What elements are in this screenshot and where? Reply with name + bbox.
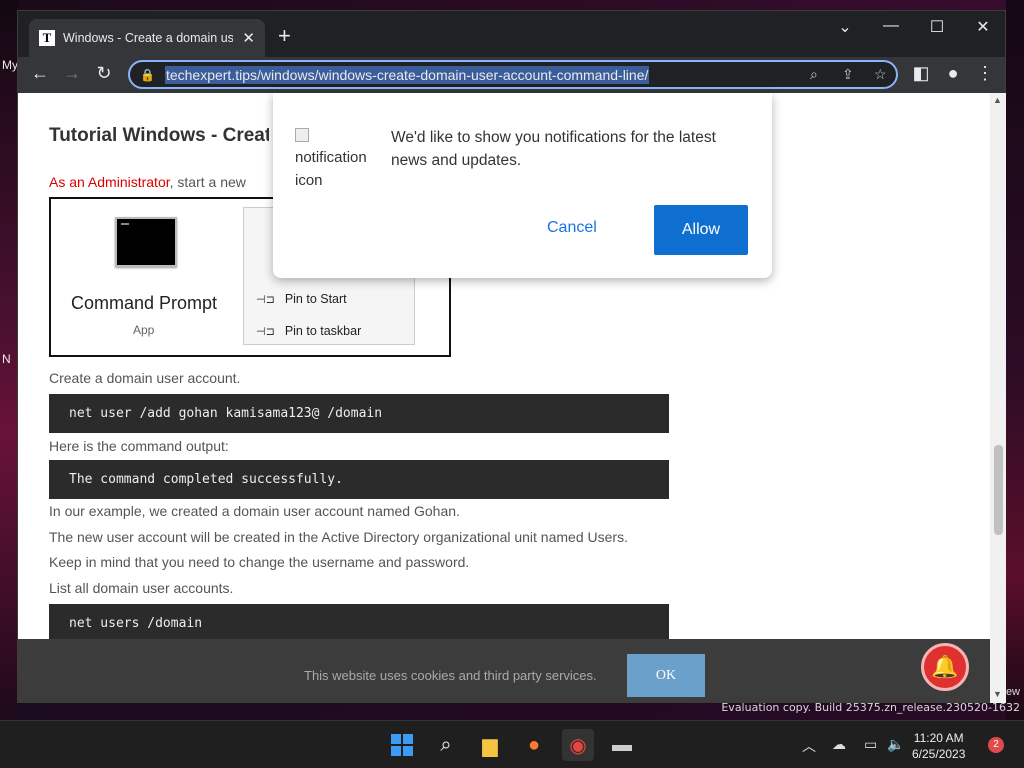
- code-block[interactable]: The command completed successfully.: [49, 460, 669, 499]
- code-block[interactable]: net user /add gohan kamisama123@ /domain: [49, 394, 669, 433]
- desktop-background-left: My N: [0, 0, 18, 720]
- site-favicon: T: [39, 30, 55, 46]
- bookmark-star-icon[interactable]: ☆: [874, 66, 887, 83]
- reload-icon[interactable]: ↻: [92, 63, 116, 84]
- lead-text: , start a new: [169, 174, 246, 190]
- network-icon[interactable]: ▭: [864, 736, 877, 753]
- desktop-background-right: [1006, 0, 1024, 720]
- notification-icon-alt-text: notification icon: [295, 149, 367, 189]
- cancel-button[interactable]: Cancel: [547, 219, 597, 237]
- page-scrollbar[interactable]: ▲ ▼: [990, 93, 1006, 703]
- notification-icon: notification icon: [295, 123, 381, 192]
- notification-bell-icon[interactable]: 🔔: [921, 643, 969, 691]
- tray-chevron-up-icon[interactable]: ︿: [802, 736, 816, 756]
- share-icon[interactable]: ⇪: [842, 66, 854, 83]
- broken-image-icon: [295, 128, 309, 143]
- allow-button[interactable]: Allow: [654, 205, 748, 255]
- onedrive-icon[interactable]: ☁: [832, 736, 846, 753]
- search-icon[interactable]: ⌕: [810, 66, 818, 83]
- browser-tab[interactable]: T Windows - Create a domain user account…: [29, 19, 265, 57]
- page-title: Tutorial Windows - Create a domain user …: [49, 126, 269, 146]
- close-window-icon[interactable]: ✕: [960, 17, 1006, 37]
- cookie-text: This website uses cookies and third part…: [304, 668, 597, 683]
- minimize-icon[interactable]: —: [868, 17, 914, 35]
- firefox-icon[interactable]: ●: [518, 729, 550, 761]
- desktop-text: N: [2, 352, 11, 366]
- app-subtitle: App: [133, 323, 155, 337]
- search-icon[interactable]: ⌕: [430, 729, 462, 761]
- paragraph: Create a domain user account.: [49, 370, 241, 386]
- clock-time: 11:20 AM: [913, 731, 964, 745]
- close-tab-icon[interactable]: ✕: [242, 29, 255, 47]
- tab-strip: T Windows - Create a domain user account…: [18, 11, 1005, 57]
- start-button[interactable]: [386, 729, 418, 761]
- code-block[interactable]: net users /domain: [49, 604, 669, 643]
- paragraph: List all domain user accounts.: [49, 580, 234, 596]
- page-title-text: Tutorial Windows - Create a domain user …: [49, 126, 269, 146]
- taskbar-clock[interactable]: 11:20 AM 6/25/2023: [912, 730, 965, 762]
- app-title: Command Prompt: [71, 293, 218, 313]
- menu-item-pin-to-taskbar: ⊣⊐ Pin to taskbar: [256, 324, 361, 338]
- cookie-banner: This website uses cookies and third part…: [18, 639, 990, 703]
- cookie-ok-button[interactable]: OK: [627, 654, 705, 697]
- scroll-thumb[interactable]: [994, 445, 1003, 535]
- menu-kebab-icon[interactable]: ⋮: [973, 63, 997, 84]
- menu-item-label: Pin to Start: [284, 292, 347, 306]
- pin-icon: ⊣⊐: [256, 294, 275, 306]
- lock-icon[interactable]: 🔒: [140, 68, 155, 82]
- terminal-icon[interactable]: ▬: [606, 729, 638, 761]
- command-prompt-icon: [115, 217, 177, 267]
- menu-item-pin-to-start: ⊣⊐ Pin to Start: [256, 292, 347, 306]
- back-icon[interactable]: ←: [28, 63, 52, 84]
- forward-icon[interactable]: →: [60, 63, 84, 84]
- scroll-up-icon[interactable]: ▲: [993, 95, 1002, 105]
- chrome-icon[interactable]: ◉: [562, 729, 594, 761]
- volume-icon[interactable]: 🔈: [887, 736, 904, 753]
- address-bar[interactable]: 🔒 techexpert.tips/windows/windows-create…: [128, 60, 898, 89]
- taskbar: ⌕ ▆ ● ◉ ▬ ︿ ☁ ▭ 🔈 11:20 AM 6/25/2023 2: [0, 720, 1024, 768]
- windows-logo-icon: [391, 734, 413, 756]
- browser-toolbar: ← → ↻ 🔒 techexpert.tips/windows/windows-…: [18, 57, 1005, 93]
- profile-icon[interactable]: ●: [941, 63, 965, 84]
- administrator-link[interactable]: As an Administrator: [49, 174, 170, 190]
- paragraph: Here is the command output:: [49, 438, 229, 454]
- menu-item-label: Pin to taskbar: [284, 324, 362, 338]
- file-explorer-icon[interactable]: ▆: [474, 729, 506, 761]
- maximize-icon[interactable]: ☐: [914, 17, 960, 37]
- lead-paragraph: As an Administrator, start a new: [49, 174, 246, 190]
- clock-date: 6/25/2023: [912, 747, 966, 761]
- paragraph: In our example, we created a domain user…: [49, 503, 460, 519]
- tab-search-icon[interactable]: ⌄: [822, 17, 868, 37]
- paragraph: The new user account will be created in …: [49, 529, 628, 545]
- new-tab-icon[interactable]: +: [278, 23, 291, 49]
- notification-prompt: notification icon We'd like to show you …: [273, 93, 772, 278]
- browser-window: T Windows - Create a domain user account…: [17, 10, 1006, 703]
- url-text[interactable]: techexpert.tips/windows/windows-create-d…: [164, 65, 650, 84]
- paragraph: Keep in mind that you need to change the…: [49, 554, 470, 570]
- side-panel-icon[interactable]: ◧: [909, 63, 933, 84]
- notification-count-badge[interactable]: 2: [988, 737, 1004, 753]
- tab-title: Windows - Create a domain user account: [63, 31, 233, 45]
- desktop-text: My: [2, 58, 18, 72]
- scroll-down-icon[interactable]: ▼: [993, 689, 1002, 699]
- notification-message: We'd like to show you notifications for …: [391, 129, 716, 169]
- desktop-text: ew: [1005, 686, 1020, 698]
- pin-icon: ⊣⊐: [256, 326, 275, 338]
